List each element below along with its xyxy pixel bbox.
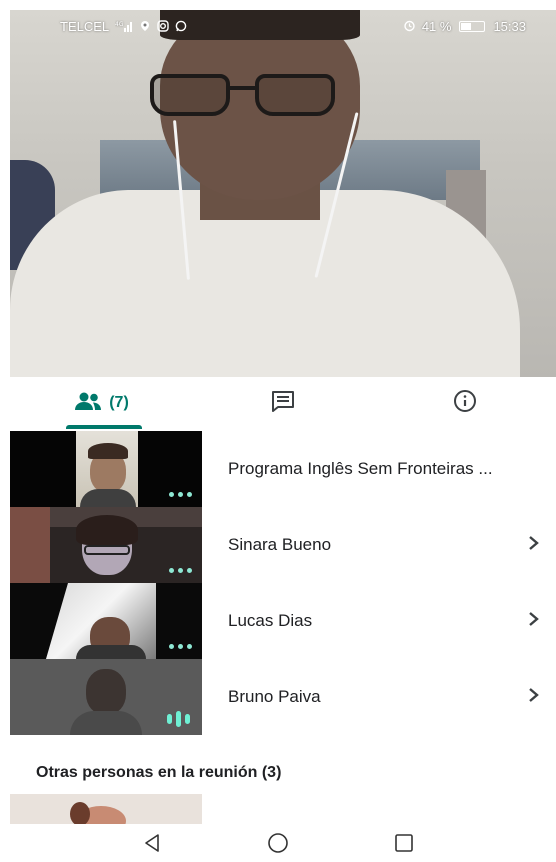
carrier-name: TELCEL — [60, 19, 110, 34]
main-video-feed[interactable] — [10, 10, 556, 377]
speaker-glasses — [150, 74, 340, 118]
chevron-right-icon[interactable] — [522, 610, 546, 633]
chat-icon — [270, 389, 296, 418]
participant-video — [10, 659, 202, 735]
speaking-indicator — [167, 711, 190, 727]
participant-count: (7) — [109, 394, 129, 411]
battery-icon — [459, 21, 486, 32]
participant-list: Programa Inglês Sem Fronteiras ... Sinar… — [10, 431, 556, 735]
participant-name: Bruno Paiva — [228, 687, 321, 706]
participant-row[interactable]: Sinara Bueno — [10, 507, 556, 583]
active-tab-indicator — [66, 425, 142, 429]
participant-name: Programa Inglês Sem Fronteiras ... — [228, 459, 493, 478]
status-bar: TELCEL 4G 41 % 15:33 — [10, 10, 556, 43]
tab-chat[interactable] — [192, 377, 374, 429]
chevron-right-icon[interactable] — [522, 686, 546, 709]
participant-video — [10, 431, 202, 507]
more-options-indicator — [169, 644, 192, 649]
participant-name: Lucas Dias — [228, 611, 313, 630]
clock: 15:33 — [493, 19, 526, 34]
participant-video — [10, 507, 202, 583]
more-options-indicator — [169, 568, 192, 573]
system-nav-bar — [0, 824, 556, 862]
participant-name: Sinara Bueno — [228, 535, 332, 554]
participant-video — [10, 583, 202, 659]
tab-bar: (7) — [10, 377, 556, 429]
more-options-indicator — [169, 492, 192, 497]
participant-row[interactable]: Programa Inglês Sem Fronteiras ... — [10, 431, 556, 507]
chevron-right-icon[interactable] — [522, 534, 546, 557]
people-icon — [73, 391, 103, 416]
battery-percent: 41 % — [421, 19, 452, 34]
home-icon[interactable] — [265, 830, 291, 856]
signal-icon: 4G — [115, 20, 133, 34]
participant-row[interactable]: Lucas Dias — [10, 583, 556, 659]
instagram-icon — [157, 19, 169, 34]
participant-video[interactable] — [10, 794, 202, 824]
back-icon[interactable] — [139, 830, 165, 856]
recents-icon[interactable] — [391, 830, 417, 856]
participant-row[interactable]: Bruno Paiva — [10, 659, 556, 735]
info-icon — [453, 389, 477, 418]
tab-people[interactable]: (7) — [10, 377, 192, 429]
alarm-icon — [403, 19, 416, 34]
other-participants-heading: Otras personas en la reunión (3) — [36, 764, 282, 781]
tab-info[interactable] — [374, 377, 556, 429]
svg-text:4G: 4G — [115, 21, 124, 28]
whatsapp-icon — [175, 20, 187, 34]
location-icon — [139, 20, 151, 34]
